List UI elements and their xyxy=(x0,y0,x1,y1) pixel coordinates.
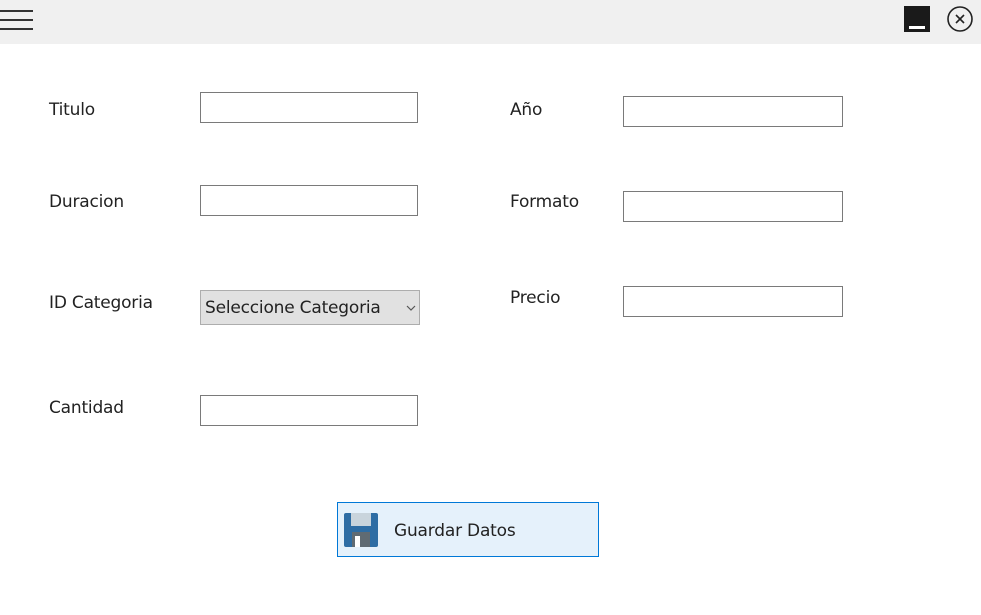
cantidad-input[interactable] xyxy=(200,395,418,426)
duracion-label: Duracion xyxy=(49,192,124,212)
id-categoria-label: ID Categoria xyxy=(49,293,153,313)
anio-input[interactable] xyxy=(623,96,843,127)
formato-input[interactable] xyxy=(623,191,843,222)
titulo-label: Titulo xyxy=(49,100,95,120)
categoria-select[interactable]: Seleccione Categoria xyxy=(200,290,420,325)
cantidad-label: Cantidad xyxy=(49,398,124,418)
minimize-icon[interactable] xyxy=(904,6,930,32)
titulo-input[interactable] xyxy=(200,92,418,123)
title-bar xyxy=(0,0,981,44)
floppy-disk-icon xyxy=(344,513,378,547)
anio-label: Año xyxy=(510,100,543,120)
duracion-input[interactable] xyxy=(200,185,418,216)
save-button-label: Guardar Datos xyxy=(394,521,516,541)
precio-input[interactable] xyxy=(623,286,843,317)
categoria-select-value: Seleccione Categoria xyxy=(205,298,381,318)
hamburger-menu-icon[interactable] xyxy=(0,8,34,34)
formato-label: Formato xyxy=(510,192,579,212)
close-circle-icon[interactable] xyxy=(946,5,974,33)
chevron-down-icon xyxy=(406,305,416,311)
save-button[interactable]: Guardar Datos xyxy=(337,502,599,557)
precio-label: Precio xyxy=(510,288,561,308)
